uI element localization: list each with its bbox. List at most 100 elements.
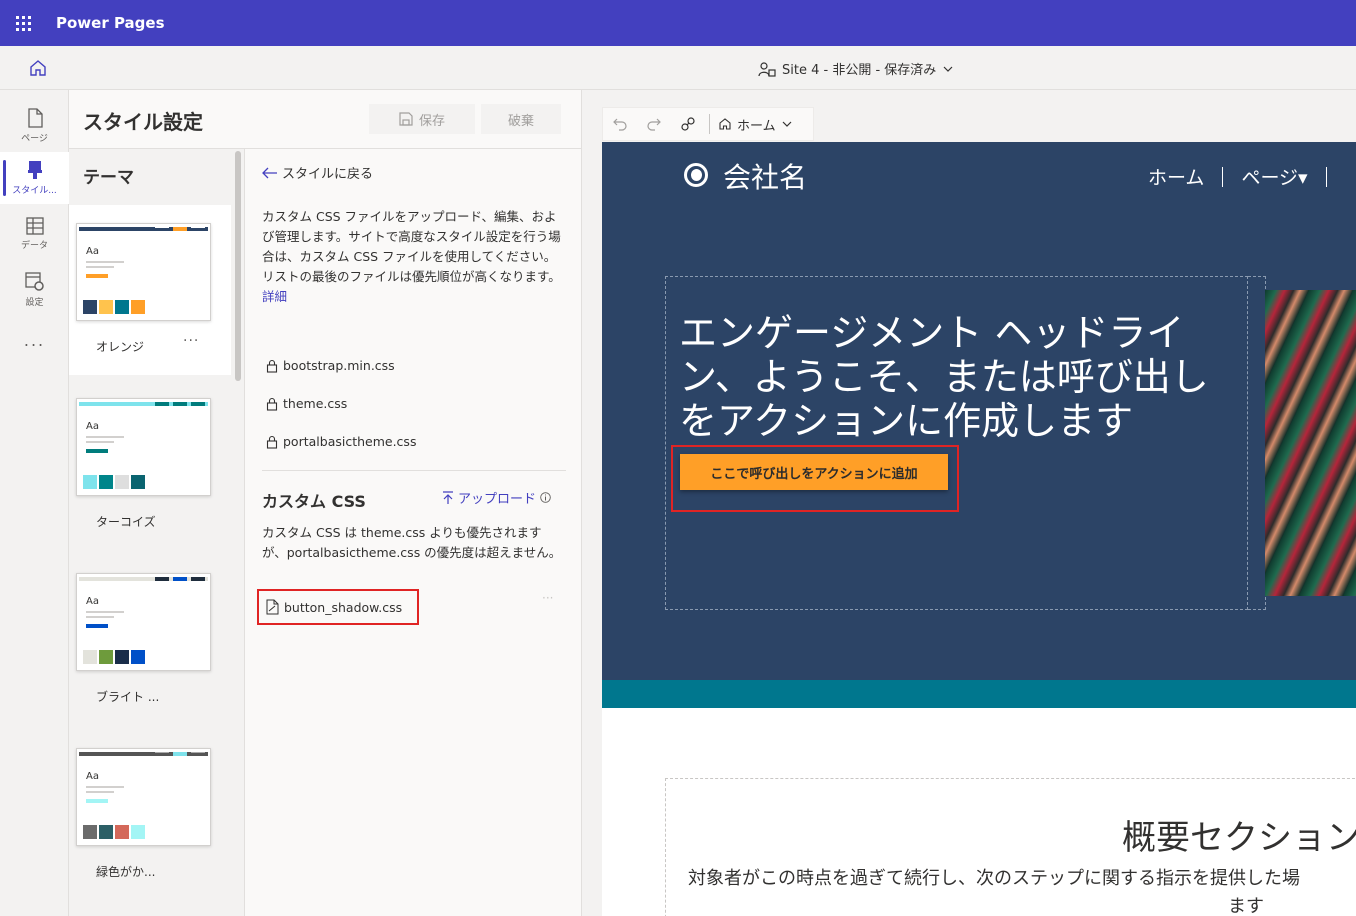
home-icon — [30, 60, 46, 76]
link-icon — [681, 117, 695, 131]
save-button[interactable]: 保存 — [369, 104, 475, 134]
divider — [262, 470, 566, 471]
theme-card-orange[interactable]: Aa オレンジ ··· — [69, 205, 231, 375]
theme-name: ターコイズ — [96, 515, 156, 529]
about-text-continued[interactable]: ます — [1228, 892, 1264, 916]
cta-button[interactable]: ここで呼び出しをアクションに追加 — [680, 454, 948, 490]
themes-heading: テーマ — [83, 168, 134, 188]
people-icon — [758, 61, 776, 77]
custom-css-heading: カスタム CSS — [262, 492, 366, 511]
file-name: theme.css — [283, 396, 348, 411]
locked-file-theme[interactable]: theme.css — [266, 396, 347, 411]
site-nav: ホーム ページ▾ — [1148, 163, 1327, 190]
color-swatches — [83, 650, 145, 664]
locked-file-portalbasictheme[interactable]: portalbasictheme.css — [266, 434, 416, 449]
lock-icon — [266, 397, 278, 411]
css-description: カスタム CSS ファイルをアップロード、編集、および管理します。サイトで高度な… — [262, 209, 561, 304]
more-options-icon[interactable]: ··· — [183, 333, 199, 349]
discard-label: 破棄 — [507, 113, 534, 129]
site-status-dropdown[interactable]: Site 4 - 非公開 - 保存済み — [758, 59, 954, 78]
app-launcher-button[interactable] — [0, 0, 46, 46]
home-button[interactable] — [28, 58, 48, 78]
accent-band — [602, 680, 1356, 708]
about-title[interactable]: 概要セクション — [1122, 810, 1356, 859]
link-button[interactable] — [671, 116, 705, 132]
lock-icon — [266, 435, 278, 449]
app-header: Power Pages — [0, 0, 1356, 46]
back-to-styles-link[interactable]: スタイルに戻る — [262, 163, 373, 182]
rail-label-pages: ページ — [21, 134, 48, 144]
upload-label: アップロード — [458, 492, 537, 507]
nav-home-link[interactable]: ホーム — [1148, 163, 1204, 190]
file-name: button_shadow.css — [284, 599, 403, 615]
site-logo-icon[interactable] — [684, 163, 708, 187]
chevron-down-icon — [943, 66, 953, 72]
site-preview-area: ホーム 会社名 ホーム ページ▾ エンゲージメント ヘッドライン、ようこそ、また… — [581, 90, 1356, 916]
site-preview-canvas: 会社名 ホーム ページ▾ エンゲージメント ヘッドライン、ようこそ、または呼び出… — [602, 142, 1356, 916]
file-name: bootstrap.min.css — [283, 358, 395, 373]
arrow-left-icon — [262, 167, 277, 178]
rail-item-pages[interactable]: ページ — [0, 100, 69, 152]
color-swatches — [83, 475, 145, 489]
hero-image[interactable] — [1265, 290, 1356, 596]
command-bar: Site 4 - 非公開 - 保存済み — [0, 46, 1356, 90]
hero-section: エンゲージメント ヘッドライン、ようこそ、または呼び出しをアクションに作成します… — [602, 210, 1356, 680]
more-icon: ... — [23, 330, 46, 350]
save-label: 保存 — [418, 113, 445, 129]
rail-label-settings: 設定 — [25, 298, 44, 308]
save-icon — [399, 112, 413, 126]
left-nav-rail: ページ スタイル... データ 設定 ... — [0, 90, 69, 916]
redo-button[interactable] — [637, 117, 671, 131]
page-icon — [27, 108, 43, 128]
brush-icon — [27, 161, 42, 179]
file-name: portalbasictheme.css — [283, 434, 417, 449]
waffle-icon — [15, 15, 31, 31]
theme-thumbnail: Aa — [76, 748, 211, 846]
css-file-icon — [266, 599, 279, 615]
hero-headline[interactable]: エンゲージメント ヘッドライン、ようこそ、または呼び出しをアクションに作成します — [679, 311, 1224, 443]
info-icon[interactable] — [540, 492, 551, 503]
theme-name: ブライト ... — [96, 690, 160, 704]
nav-separator — [1325, 166, 1327, 187]
preview-toolbar: ホーム — [602, 107, 814, 141]
rail-label-styling: スタイル... — [12, 186, 57, 196]
rail-item-settings[interactable]: 設定 — [0, 264, 69, 316]
lock-icon — [266, 359, 278, 373]
custom-css-description: カスタム CSS は theme.css よりも優先されますが、portalba… — [262, 525, 562, 560]
color-swatches — [83, 300, 145, 314]
theme-card-bright[interactable]: Aa ブライト ... — [69, 555, 231, 725]
undo-button[interactable] — [603, 117, 637, 131]
theme-card-greenish[interactable]: Aa 緑色がか... — [69, 730, 231, 900]
theme-name: 緑色がか... — [96, 865, 156, 879]
company-name[interactable]: 会社名 — [723, 156, 807, 196]
discard-button[interactable]: 破棄 — [481, 104, 561, 134]
chevron-down-icon — [782, 121, 792, 127]
rail-item-styling[interactable]: スタイル... — [0, 152, 69, 204]
site-header: 会社名 ホーム ページ▾ — [602, 142, 1356, 210]
locked-file-bootstrap[interactable]: bootstrap.min.css — [266, 358, 395, 373]
rail-more-button[interactable]: ... — [0, 314, 69, 366]
app-title[interactable]: Power Pages — [56, 14, 165, 32]
table-icon — [25, 217, 44, 235]
theme-card-turquoise[interactable]: Aa ターコイズ — [69, 380, 231, 550]
panel-title: スタイル設定 — [83, 110, 203, 134]
theme-name: オレンジ — [96, 340, 145, 354]
learn-more-link[interactable]: 詳細 — [262, 289, 287, 304]
styling-panel: スタイル設定 保存 破棄 テーマ Aa オレンジ ··· Aa ターコイズ Aa… — [69, 90, 581, 916]
page-select-dropdown[interactable]: ホーム — [714, 115, 797, 134]
upload-icon — [443, 490, 453, 504]
nav-separator — [1222, 166, 1224, 187]
rail-item-data[interactable]: データ — [0, 208, 69, 260]
settings-icon — [24, 272, 44, 291]
nav-pages-link[interactable]: ページ▾ — [1241, 163, 1307, 190]
theme-thumbnail: Aa — [76, 398, 211, 496]
color-swatches — [83, 825, 145, 839]
about-text[interactable]: 対象者がこの時点を過ぎて続行し、次のステップに関する指示を提供した場 — [688, 864, 1300, 890]
upload-button[interactable]: アップロード — [442, 488, 551, 507]
more-options-icon[interactable]: ··· — [542, 591, 553, 605]
theme-thumbnail: Aa — [76, 223, 211, 321]
hero-image-section[interactable] — [1248, 276, 1266, 610]
custom-file-button-shadow[interactable]: button_shadow.css — [257, 589, 419, 625]
theme-thumbnail: Aa — [76, 573, 211, 671]
themes-scrollbar[interactable] — [235, 151, 241, 381]
